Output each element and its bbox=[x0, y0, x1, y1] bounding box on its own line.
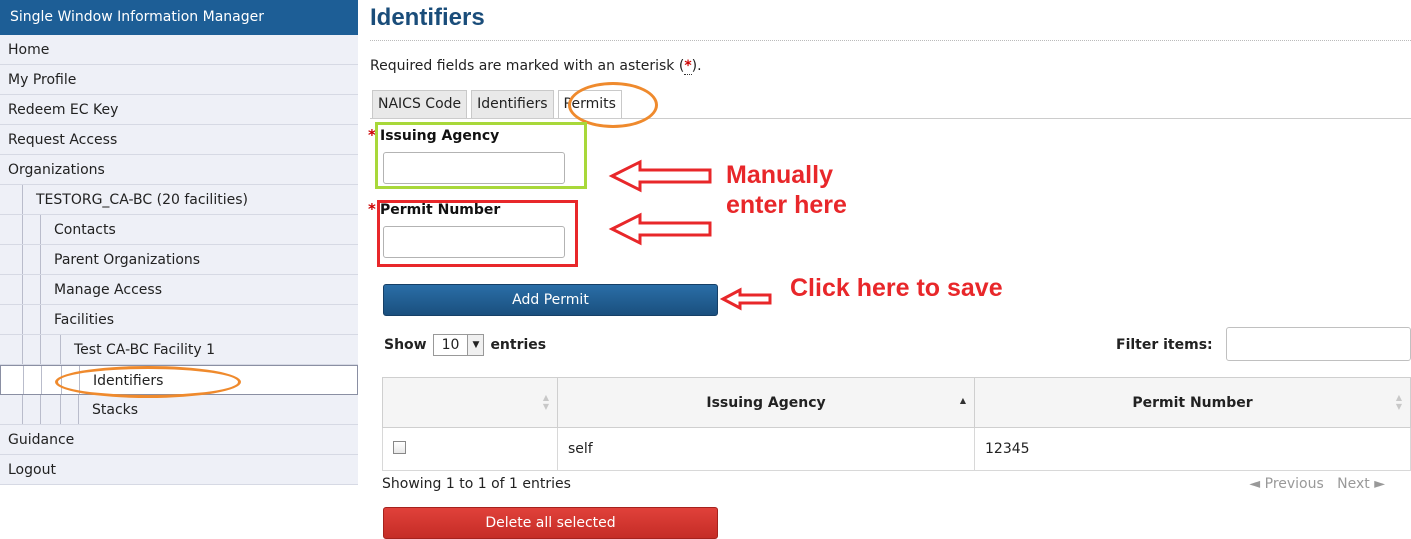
tree-guide bbox=[22, 395, 23, 424]
tab-bar: NAICS Code Identifiers Permits bbox=[372, 90, 626, 119]
tree-guide bbox=[79, 366, 80, 394]
tree-guide bbox=[60, 395, 61, 424]
sidebar-item-label: TESTORG_CA-BC (20 facilities) bbox=[36, 192, 248, 208]
filter-input[interactable] bbox=[1226, 327, 1411, 361]
cell-permit-number: 12345 bbox=[974, 427, 1411, 471]
tree-guide bbox=[61, 366, 62, 394]
tree-guide bbox=[22, 245, 23, 274]
app-title[interactable]: Single Window Information Manager bbox=[0, 0, 358, 35]
sidebar-item-organization[interactable]: TESTORG_CA-BC (20 facilities) bbox=[0, 185, 358, 215]
annotation-line: enter here bbox=[726, 191, 847, 219]
pagination: ◄ Previous Next ► bbox=[1249, 476, 1385, 492]
divider bbox=[370, 40, 1411, 41]
tree-guide bbox=[23, 366, 24, 394]
tree-guide bbox=[40, 305, 41, 334]
divider bbox=[370, 118, 1411, 119]
issuing-agency-input[interactable] bbox=[383, 152, 565, 184]
issuing-agency-label: Issuing Agency bbox=[380, 128, 500, 144]
sidebar-item-label: Facilities bbox=[54, 312, 114, 328]
sidebar-nav: Single Window Information Manager Home M… bbox=[0, 0, 358, 485]
arrow-left-icon bbox=[608, 159, 712, 193]
required-note-text: Required fields are marked with an aster… bbox=[370, 58, 685, 74]
annotation-manual-entry: Manually enter here bbox=[726, 160, 847, 220]
sidebar-item-label: Contacts bbox=[54, 222, 116, 238]
required-star: * bbox=[368, 126, 376, 144]
sidebar-item-manage-access[interactable]: Manage Access bbox=[0, 275, 358, 305]
permit-number-label: Permit Number bbox=[380, 202, 501, 218]
permits-table: ▲ ▼ Issuing Agency ▲ Permit Number ▲ ▼ sel… bbox=[382, 377, 1411, 471]
tree-guide bbox=[40, 395, 41, 424]
sidebar-item-facilities[interactable]: Facilities bbox=[0, 305, 358, 335]
required-asterisk: * bbox=[684, 58, 692, 75]
required-note: Required fields are marked with an aster… bbox=[370, 58, 702, 75]
table-row: self 12345 bbox=[382, 427, 1411, 471]
add-permit-button[interactable]: Add Permit bbox=[383, 284, 718, 316]
tree-guide bbox=[40, 245, 41, 274]
cell-issuing-agency: self bbox=[557, 427, 975, 471]
tree-guide bbox=[22, 305, 23, 334]
annotation-line: Manually bbox=[726, 161, 833, 189]
row-checkbox[interactable] bbox=[393, 440, 406, 454]
sort-ascending-icon: ▲ bbox=[959, 396, 966, 405]
filter-label: Filter items: bbox=[1116, 337, 1213, 353]
tree-guide bbox=[60, 335, 61, 364]
delete-all-selected-button[interactable]: Delete all selected bbox=[383, 507, 718, 539]
arrow-left-icon bbox=[719, 287, 772, 311]
entries-select-value: 10 bbox=[441, 337, 460, 353]
chevron-down-icon: ▼ bbox=[467, 335, 484, 355]
sidebar-item-label: Manage Access bbox=[54, 282, 162, 298]
annotation-click-save: Click here to save bbox=[790, 274, 1003, 302]
tree-guide bbox=[22, 215, 23, 244]
required-star: * bbox=[368, 200, 376, 218]
table-info: Showing 1 to 1 of 1 entries bbox=[382, 476, 571, 492]
tree-guide bbox=[22, 185, 23, 214]
sidebar-item-identifiers[interactable]: Identifiers bbox=[0, 365, 358, 395]
row-checkbox-cell bbox=[382, 427, 558, 471]
tab-identifiers[interactable]: Identifiers bbox=[471, 90, 554, 118]
sidebar-item-label: Test CA-BC Facility 1 bbox=[74, 342, 216, 358]
tree-guide bbox=[22, 335, 23, 364]
arrow-left-icon bbox=[608, 212, 712, 246]
tree-guide bbox=[40, 215, 41, 244]
main-content: Identifiers Required fields are marked w… bbox=[368, 0, 1411, 539]
entries-label: entries bbox=[490, 337, 547, 353]
tab-naics-code[interactable]: NAICS Code bbox=[372, 90, 468, 118]
sidebar-item-contacts[interactable]: Contacts bbox=[0, 215, 358, 245]
sidebar-item-label: Identifiers bbox=[93, 373, 164, 389]
column-header-issuing-agency[interactable]: Issuing Agency ▲ bbox=[557, 377, 975, 428]
column-header-label: Issuing Agency bbox=[706, 394, 826, 411]
sidebar-item-my-profile[interactable]: My Profile bbox=[0, 65, 358, 95]
page-title: Identifiers bbox=[370, 4, 485, 31]
tree-guide bbox=[40, 275, 41, 304]
sidebar-item-guidance[interactable]: Guidance bbox=[0, 425, 358, 455]
sidebar-item-label: Stacks bbox=[92, 402, 139, 418]
column-header-permit-number[interactable]: Permit Number ▲ ▼ bbox=[974, 377, 1411, 428]
required-note-suffix: ). bbox=[691, 58, 702, 74]
sidebar-item-stacks[interactable]: Stacks bbox=[0, 395, 358, 425]
tree-guide bbox=[22, 275, 23, 304]
entries-select[interactable]: 10 ▼ bbox=[432, 334, 485, 356]
sidebar-item-label: Parent Organizations bbox=[54, 252, 201, 268]
tree-guide bbox=[41, 366, 42, 394]
tab-permits[interactable]: Permits bbox=[557, 90, 622, 119]
sidebar-item-facility[interactable]: Test CA-BC Facility 1 bbox=[0, 335, 358, 365]
sidebar-item-home[interactable]: Home bbox=[0, 35, 358, 65]
page-length-control: Show 10 ▼ entries bbox=[384, 334, 546, 356]
tree-guide bbox=[40, 335, 41, 364]
column-header-label: Permit Number bbox=[1132, 394, 1253, 411]
sidebar-item-parent-organizations[interactable]: Parent Organizations bbox=[0, 245, 358, 275]
sidebar-item-logout[interactable]: Logout bbox=[0, 455, 358, 485]
permit-number-input[interactable] bbox=[383, 226, 565, 258]
sort-icon: ▲ ▼ bbox=[542, 393, 549, 411]
sidebar-item-organizations[interactable]: Organizations bbox=[0, 155, 358, 185]
show-label: Show bbox=[384, 337, 427, 353]
tree-guide bbox=[78, 395, 79, 424]
column-header-select[interactable]: ▲ ▼ bbox=[382, 377, 558, 428]
previous-button[interactable]: ◄ Previous bbox=[1249, 476, 1323, 492]
sidebar-item-request-access[interactable]: Request Access bbox=[0, 125, 358, 155]
sort-icon: ▲ ▼ bbox=[1395, 393, 1402, 411]
next-button[interactable]: Next ► bbox=[1337, 476, 1385, 492]
sidebar-item-redeem-ec-key[interactable]: Redeem EC Key bbox=[0, 95, 358, 125]
